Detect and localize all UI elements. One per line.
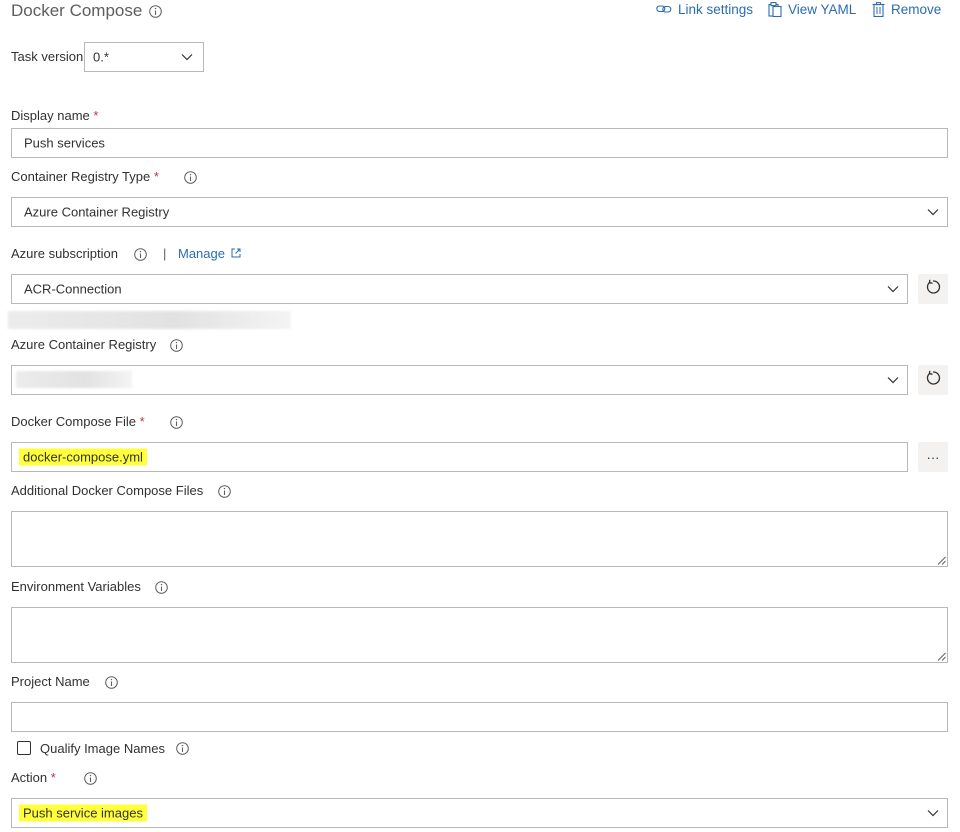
qualify-image-names-checkbox[interactable] (17, 741, 31, 755)
info-icon[interactable] (184, 171, 197, 184)
info-icon[interactable] (105, 676, 118, 689)
display-name-label-text: Display name (11, 108, 90, 123)
link-settings-label: Link settings (678, 1, 754, 17)
view-yaml-button[interactable]: View YAML (768, 0, 856, 18)
browse-button[interactable]: ··· (918, 442, 948, 472)
project-name-label: Project Name (11, 674, 90, 689)
container-registry-type-select[interactable]: Azure Container Registry (11, 197, 948, 227)
azure-container-registry-label: Azure Container Registry (11, 337, 157, 352)
required-marker: * (153, 169, 159, 184)
remove-label: Remove (891, 1, 942, 17)
resize-handle-icon[interactable] (937, 556, 946, 565)
environment-variables-label: Environment Variables (11, 579, 141, 594)
container-registry-type-label-text: Container Registry Type (11, 169, 151, 184)
chevron-down-icon (927, 208, 939, 216)
container-registry-type-label: Container Registry Type * (11, 169, 159, 185)
refresh-icon (925, 370, 941, 391)
action-select[interactable]: Push service images (11, 798, 948, 828)
clipboard-icon (768, 1, 782, 17)
view-yaml-label: View YAML (788, 1, 857, 17)
refresh-icon (925, 279, 941, 300)
action-label: Action * (11, 770, 56, 786)
more-options-icon: ··· (926, 449, 940, 465)
info-icon[interactable] (218, 485, 231, 498)
chevron-down-icon (887, 376, 899, 384)
info-icon[interactable] (170, 339, 183, 352)
docker-compose-file-label: Docker Compose File * (11, 414, 145, 430)
manage-label: Manage (178, 246, 225, 261)
azure-subscription-label: Azure subscription (11, 246, 118, 261)
task-title: Docker Compose (11, 1, 142, 21)
required-marker: * (139, 414, 145, 429)
task-title-text: Docker Compose (11, 1, 143, 20)
docker-compose-file-input[interactable]: docker-compose.yml (11, 442, 908, 472)
task-version-value: 0.* (93, 49, 109, 65)
info-icon[interactable] (149, 5, 162, 18)
refresh-subscription-button[interactable] (918, 274, 948, 304)
required-marker: * (50, 770, 56, 785)
docker-compose-file-value: docker-compose.yml (19, 448, 147, 466)
manage-link[interactable]: Manage (178, 246, 241, 261)
chevron-down-icon (927, 809, 939, 817)
docker-compose-file-label-text: Docker Compose File (11, 414, 136, 429)
info-icon[interactable] (134, 248, 147, 261)
action-value: Push service images (19, 804, 147, 822)
trash-icon (872, 1, 885, 17)
qualify-image-names-label: Qualify Image Names (40, 741, 165, 756)
task-settings-panel: Docker Compose Link settings View YAML R… (0, 0, 960, 832)
additional-compose-files-textarea[interactable] (11, 511, 948, 567)
display-name-label: Display name * (11, 108, 98, 124)
action-label-text: Action (11, 770, 48, 785)
redacted-registry-value (16, 371, 132, 388)
info-icon[interactable] (176, 742, 189, 755)
additional-compose-files-label: Additional Docker Compose Files (11, 483, 204, 498)
azure-subscription-value: ACR-Connection (24, 281, 122, 297)
required-marker: * (93, 108, 99, 123)
project-name-input[interactable] (11, 702, 948, 732)
azure-subscription-select[interactable]: ACR-Connection (11, 274, 908, 304)
info-icon[interactable] (155, 581, 168, 594)
link-settings-button[interactable]: Link settings (656, 0, 753, 18)
redacted-region (8, 311, 291, 329)
resize-handle-icon[interactable] (937, 652, 946, 661)
info-icon[interactable] (170, 416, 183, 429)
separator: | (163, 246, 167, 261)
display-name-input[interactable]: Push services (11, 128, 948, 158)
external-link-icon (231, 246, 241, 261)
chevron-down-icon (181, 53, 193, 61)
link-icon (656, 3, 672, 15)
refresh-registry-button[interactable] (918, 365, 948, 395)
display-name-value: Push services (24, 135, 105, 151)
remove-button[interactable]: Remove (872, 0, 941, 18)
chevron-down-icon (887, 285, 899, 293)
info-icon[interactable] (84, 772, 97, 785)
container-registry-type-value: Azure Container Registry (24, 204, 170, 220)
environment-variables-textarea[interactable] (11, 607, 948, 663)
task-version-select[interactable]: 0.* (84, 42, 204, 72)
task-version-label: Task version (11, 49, 84, 64)
azure-container-registry-select[interactable] (11, 365, 908, 395)
